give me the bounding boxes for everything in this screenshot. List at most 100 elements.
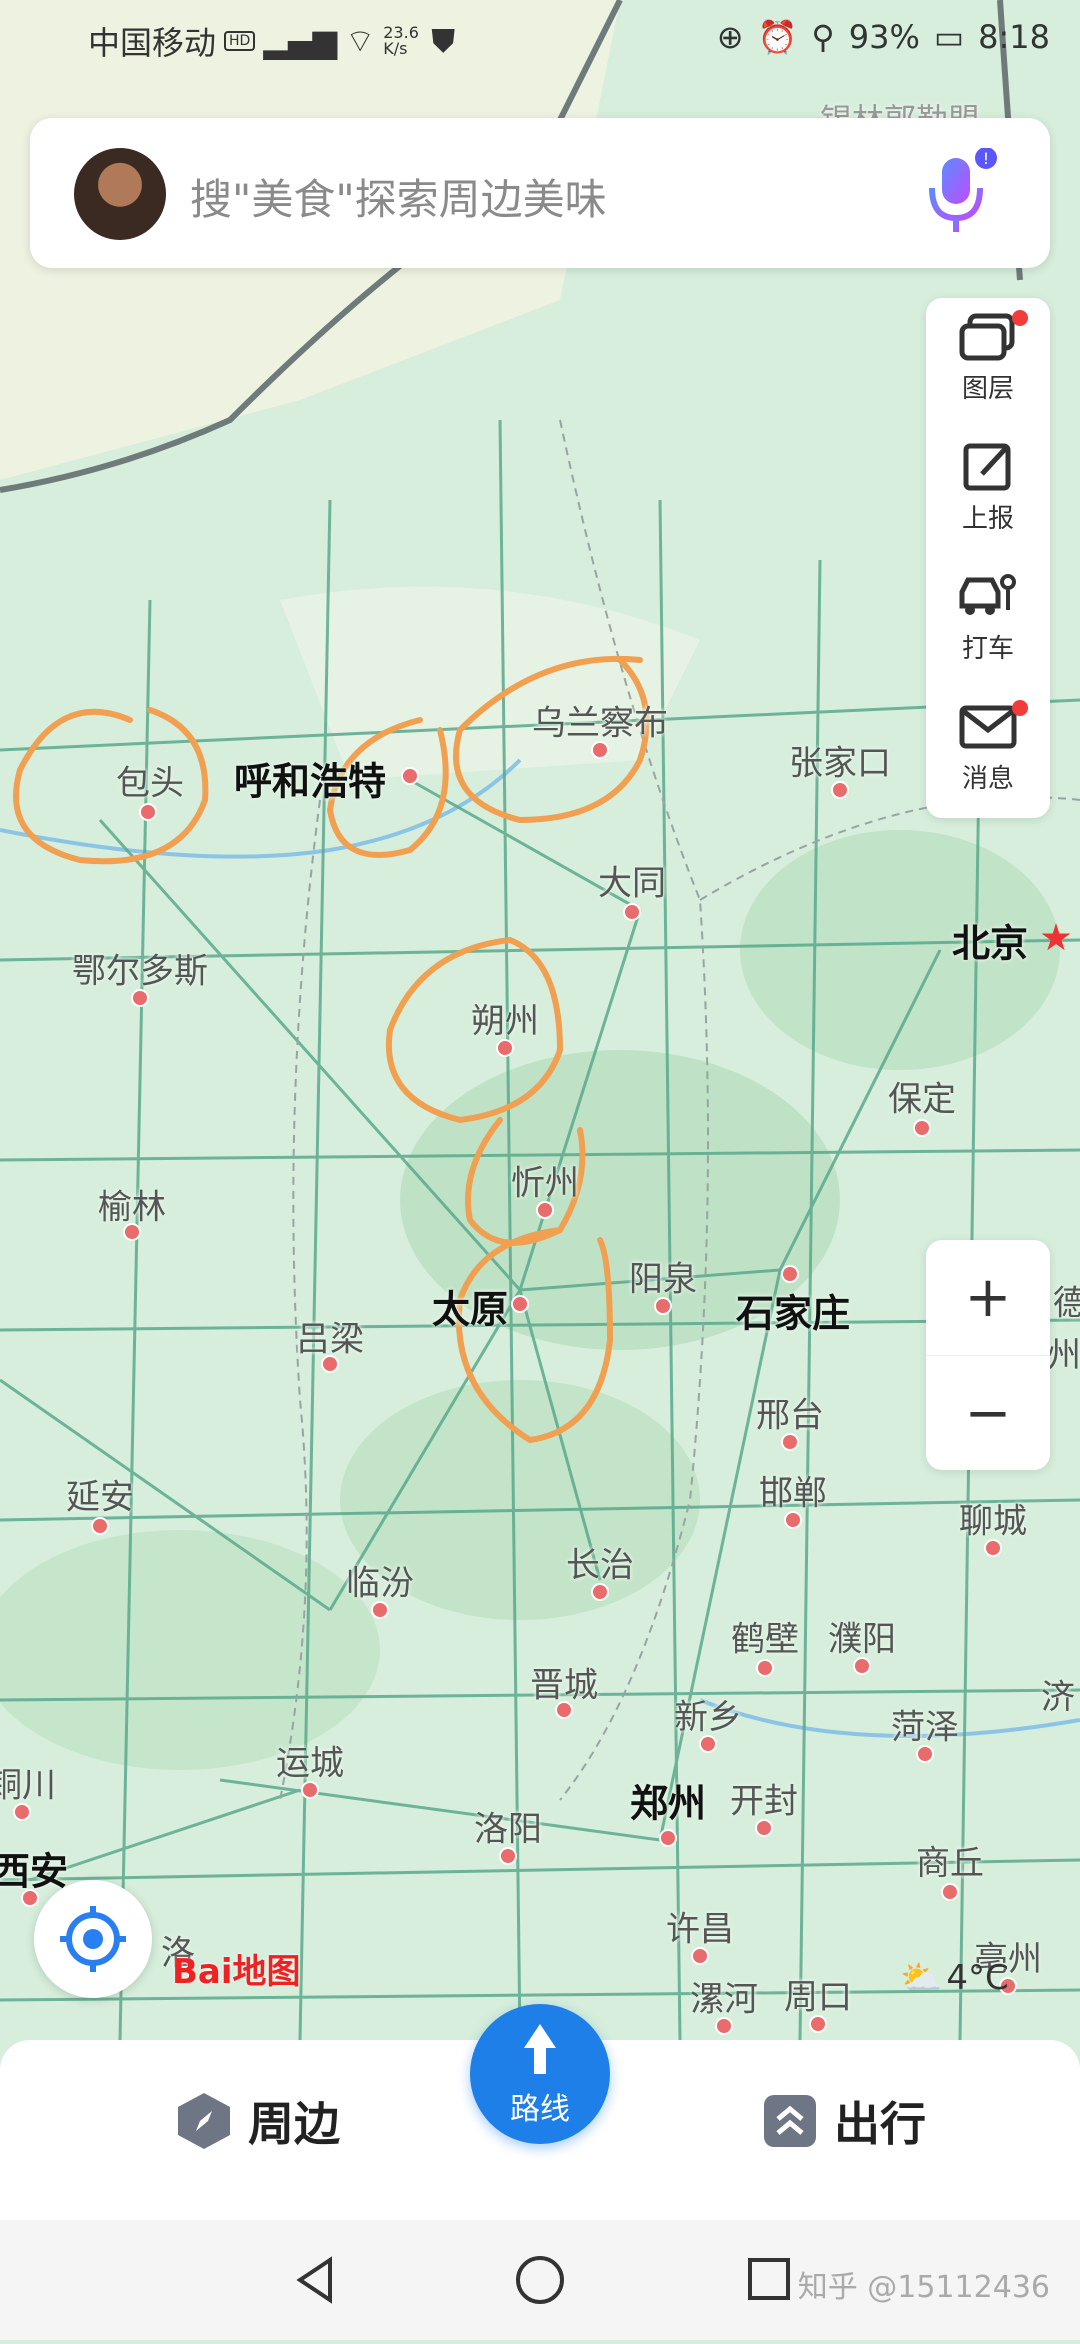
city-label[interactable]: 延安 xyxy=(66,1470,134,1519)
city-label[interactable]: 邢台 xyxy=(756,1388,824,1437)
city-marker[interactable] xyxy=(691,1947,709,1965)
city-label[interactable]: 保定 xyxy=(888,1072,956,1121)
status-bar: 中国移动 HD ▂▄▆ ⌔ 23.6 K/s ⛊ ⊕ ⏰ ⚲ 93% ▭ 8:1… xyxy=(0,0,1080,80)
city-label[interactable]: 运城 xyxy=(276,1736,344,1785)
city-marker[interactable] xyxy=(781,1265,799,1283)
search-bar[interactable]: 搜"美食"探索周边美味 ! xyxy=(30,118,1050,268)
home-icon xyxy=(516,2256,564,2304)
taxi-icon xyxy=(959,574,1016,615)
avatar[interactable] xyxy=(74,148,166,240)
city-marker[interactable] xyxy=(913,1119,931,1137)
message-notification-dot xyxy=(1012,700,1028,716)
city-marker[interactable] xyxy=(511,1295,529,1313)
city-marker[interactable] xyxy=(715,2017,733,2035)
taxi-label: 打车 xyxy=(961,634,1014,664)
city-marker[interactable] xyxy=(809,2015,827,2033)
city-marker[interactable] xyxy=(131,989,149,1007)
city-label[interactable]: 铜川 xyxy=(0,1758,56,1807)
city-label[interactable]: 长治 xyxy=(566,1538,634,1587)
city-marker[interactable] xyxy=(13,1803,31,1821)
battery-percent: 93% xyxy=(848,18,920,56)
route-button[interactable]: 路线 xyxy=(470,2004,610,2144)
taxi-button[interactable]: 打车 xyxy=(926,558,1050,688)
city-label[interactable]: 阳泉 xyxy=(629,1252,697,1301)
city-label[interactable]: 郑州 xyxy=(630,1773,706,1828)
cloud-sun-icon: ⛅ xyxy=(900,1958,943,1998)
city-label[interactable]: 开封 xyxy=(730,1774,798,1823)
city-label[interactable]: 包头 xyxy=(116,756,184,805)
zoom-in-button[interactable]: + xyxy=(926,1240,1050,1355)
city-marker[interactable] xyxy=(623,903,641,921)
city-label[interactable]: 新乡 xyxy=(674,1690,742,1739)
city-marker[interactable] xyxy=(496,1039,514,1057)
city-label[interactable]: 周口 xyxy=(784,1970,852,2019)
city-marker[interactable] xyxy=(401,767,419,785)
city-label[interactable]: 漯河 xyxy=(690,1972,758,2021)
city-label[interactable]: 濮阳 xyxy=(828,1612,896,1661)
city-label[interactable]: 忻州 xyxy=(511,1156,579,1205)
city-label[interactable]: 太原 xyxy=(432,1279,508,1334)
city-marker[interactable] xyxy=(831,781,849,799)
city-label[interactable]: 许昌 xyxy=(666,1902,734,1951)
layers-label: 图层 xyxy=(961,374,1014,404)
city-marker[interactable] xyxy=(941,1883,959,1901)
city-marker[interactable] xyxy=(756,1659,774,1677)
city-label[interactable]: 北京 xyxy=(952,913,1028,968)
city-marker[interactable] xyxy=(91,1517,109,1535)
city-marker[interactable] xyxy=(659,1829,677,1847)
battery-icon: ▭ xyxy=(933,18,965,56)
city-marker[interactable] xyxy=(321,1355,339,1373)
city-label[interactable]: 张家口 xyxy=(789,736,891,785)
city-label[interactable]: 榆林 xyxy=(98,1180,166,1229)
zoom-out-button[interactable]: − xyxy=(926,1355,1050,1471)
city-label[interactable]: 呼和浩特 xyxy=(234,751,386,806)
city-label[interactable]: 济 xyxy=(1041,1670,1075,1719)
city-label[interactable]: 乌兰察布 xyxy=(532,696,668,745)
voice-search-icon[interactable]: ! xyxy=(920,148,1000,238)
city-label[interactable]: 临汾 xyxy=(346,1556,414,1605)
city-label[interactable]: 石家庄 xyxy=(736,1283,850,1338)
city-marker[interactable] xyxy=(139,803,157,821)
city-label[interactable]: 德 xyxy=(1053,1276,1080,1325)
city-label[interactable]: 洛阳 xyxy=(474,1802,542,1851)
weather-widget[interactable]: ⛅ 4°C xyxy=(900,1958,1009,1998)
city-marker[interactable] xyxy=(916,1745,934,1763)
report-button[interactable]: 上报 xyxy=(926,428,1050,558)
city-label[interactable]: 邯郸 xyxy=(759,1466,827,1515)
city-marker[interactable] xyxy=(555,1701,573,1719)
city-marker[interactable] xyxy=(984,1539,1002,1557)
city-label[interactable]: 晋城 xyxy=(530,1658,598,1707)
search-input[interactable]: 搜"美食"探索周边美味 xyxy=(190,166,607,227)
travel-button[interactable]: 出行 xyxy=(760,2088,926,2154)
message-icon xyxy=(959,705,1017,749)
city-marker[interactable] xyxy=(371,1601,389,1619)
city-marker[interactable] xyxy=(591,741,609,759)
message-button[interactable]: 消息 xyxy=(926,688,1050,818)
city-label[interactable]: 聊城 xyxy=(959,1494,1027,1543)
city-marker[interactable] xyxy=(755,1819,773,1837)
city-label[interactable]: 菏泽 xyxy=(891,1700,959,1749)
city-label[interactable]: 鹤壁 xyxy=(731,1612,799,1661)
city-label[interactable]: 大同 xyxy=(598,856,666,905)
city-label[interactable]: 鄂尔多斯 xyxy=(72,944,208,993)
city-label[interactable]: 商丘 xyxy=(916,1836,984,1885)
city-marker[interactable] xyxy=(853,1657,871,1675)
city-marker[interactable] xyxy=(699,1735,717,1753)
city-marker[interactable] xyxy=(536,1201,554,1219)
city-label[interactable]: 吕梁 xyxy=(296,1312,364,1361)
locate-button[interactable] xyxy=(34,1880,152,1998)
nearby-button[interactable]: 周边 xyxy=(174,2088,340,2154)
alarm-icon: ⏰ xyxy=(757,18,798,56)
city-marker[interactable] xyxy=(123,1223,141,1241)
city-label[interactable]: 州 xyxy=(1047,1328,1080,1377)
message-label: 消息 xyxy=(961,764,1014,794)
city-marker[interactable] xyxy=(591,1583,609,1601)
city-marker[interactable] xyxy=(499,1847,517,1865)
city-label[interactable]: 朔州 xyxy=(471,994,539,1043)
city-marker[interactable] xyxy=(654,1297,672,1315)
city-marker[interactable] xyxy=(784,1511,802,1529)
svg-text:!: ! xyxy=(983,149,989,168)
city-marker[interactable] xyxy=(781,1433,799,1451)
layers-button[interactable]: 图层 xyxy=(926,298,1050,428)
city-marker[interactable] xyxy=(301,1781,319,1799)
